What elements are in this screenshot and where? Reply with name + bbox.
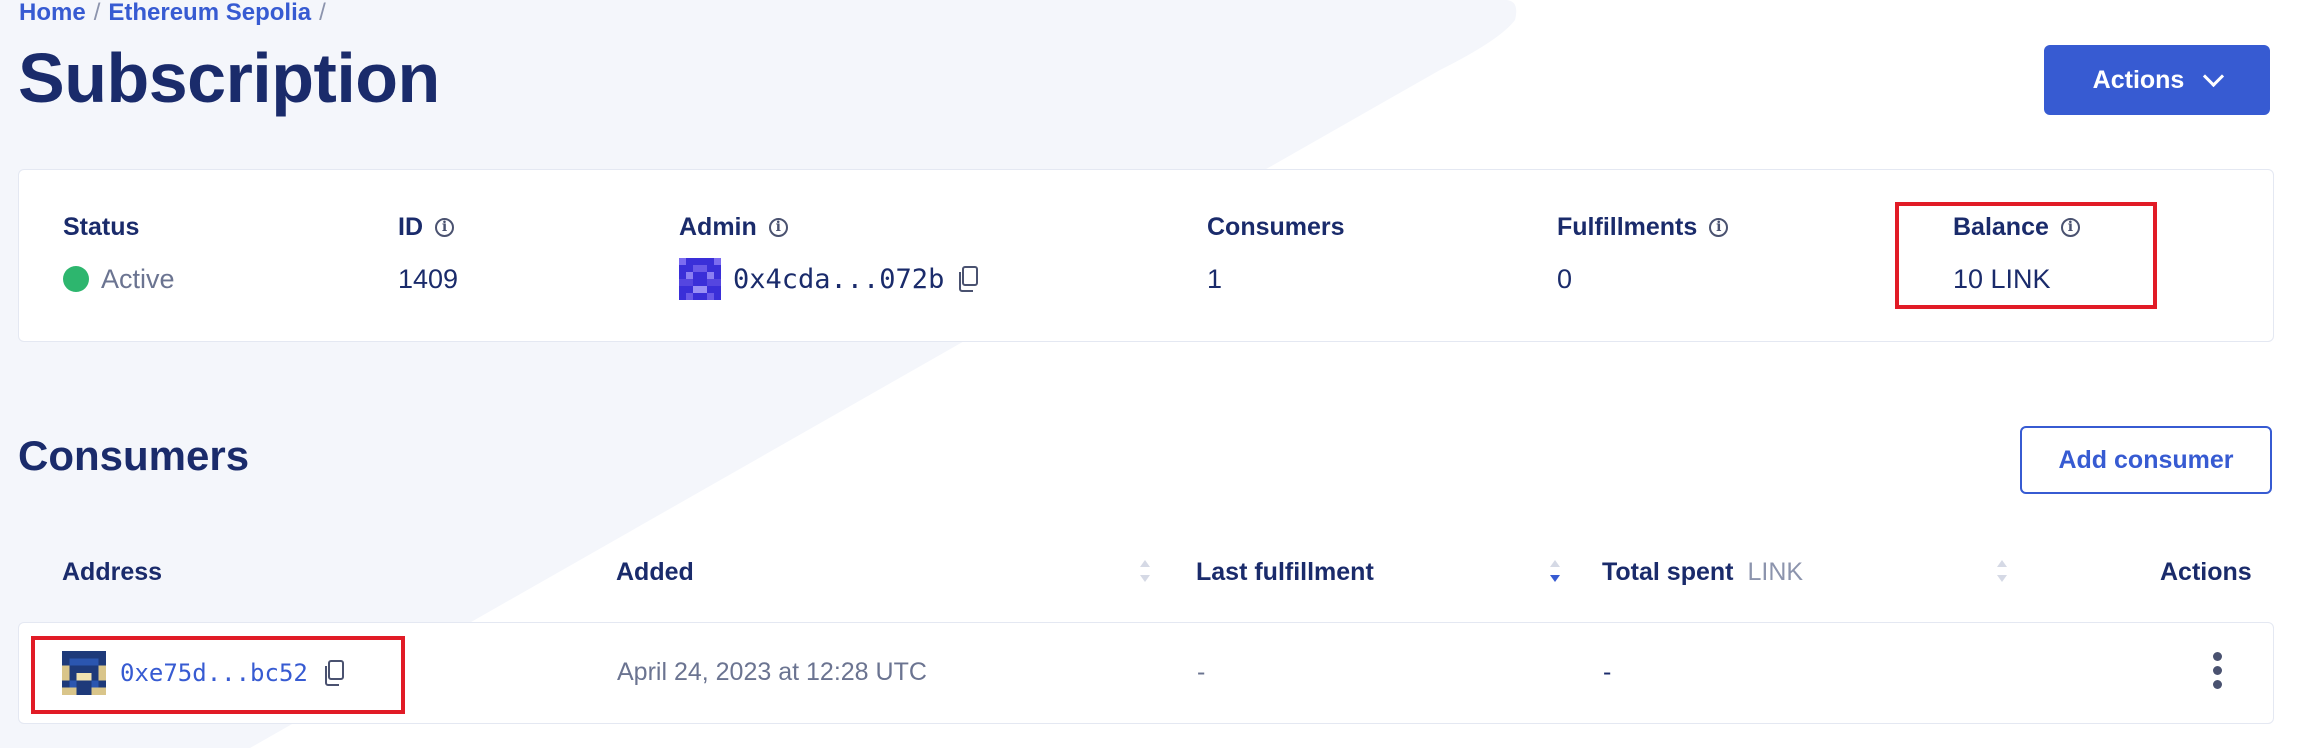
- fulfillments-stat: Fulfillments i 0: [1557, 212, 1729, 296]
- fulfillments-value: 0: [1557, 263, 1573, 294]
- breadcrumb-home-link[interactable]: Home: [19, 0, 86, 27]
- breadcrumb: Home / Ethereum Sepolia /: [19, 0, 326, 27]
- id-stat: ID i 1409: [398, 212, 458, 296]
- total-spent-label: Total spent: [1602, 558, 1734, 586]
- consumers-label: Consumers: [1207, 212, 1345, 241]
- table-row: 0xe75d...bc52 April 24, 2023 at 12:28 UT…: [18, 622, 2274, 724]
- added-cell: April 24, 2023 at 12:28 UTC: [617, 658, 927, 686]
- id-label: ID: [398, 212, 423, 241]
- breadcrumb-separator: /: [319, 0, 326, 26]
- column-header-total-spent[interactable]: Total spent LINK: [1602, 558, 1803, 587]
- status-label: Status: [63, 212, 140, 241]
- sort-icon[interactable]: [1138, 556, 1152, 586]
- address-highlight-box: [31, 636, 405, 714]
- id-value: 1409: [398, 263, 459, 294]
- fulfillments-label: Fulfillments: [1557, 212, 1698, 241]
- subscription-summary-card: Status Active ID i 1409 Admin i 0x4cda..…: [18, 169, 2274, 342]
- consumers-section-title: Consumers: [18, 432, 250, 479]
- add-consumer-button[interactable]: Add consumer: [2020, 426, 2272, 494]
- column-header-actions: Actions: [2160, 558, 2252, 586]
- sort-icon[interactable]: [1995, 556, 2009, 586]
- total-spent-cell: -: [1603, 658, 1612, 686]
- column-header-last-fulfillment[interactable]: Last fulfillment: [1196, 558, 1374, 587]
- admin-avatar: [679, 258, 721, 300]
- info-icon[interactable]: i: [435, 217, 454, 237]
- breadcrumb-separator: /: [93, 0, 101, 26]
- status-value: Active: [101, 263, 175, 294]
- sort-descending-icon[interactable]: [1548, 556, 1562, 586]
- admin-label: Admin: [679, 212, 757, 241]
- consumers-value: 1: [1207, 263, 1223, 294]
- last-fulfillment-cell: -: [1197, 658, 1206, 686]
- balance-highlight-box: [1895, 202, 2157, 309]
- chevron-down-icon: [2203, 65, 2225, 87]
- more-vertical-icon[interactable]: [2211, 652, 2223, 689]
- admin-stat: Admin i 0x4cda...072b: [679, 212, 980, 300]
- info-icon[interactable]: i: [1709, 217, 1729, 237]
- copy-icon[interactable]: [956, 265, 980, 293]
- admin-address: 0x4cda...072b: [733, 263, 945, 295]
- column-header-address: Address: [62, 558, 163, 586]
- status-dot-icon: [63, 266, 89, 292]
- info-icon[interactable]: i: [768, 217, 788, 237]
- status-stat: Status Active: [63, 212, 175, 296]
- page-title: Subscription: [18, 39, 440, 117]
- actions-button-label: Actions: [2092, 65, 2185, 94]
- column-header-added[interactable]: Added: [616, 558, 694, 587]
- actions-button[interactable]: Actions: [2044, 45, 2270, 115]
- consumers-stat: Consumers 1: [1207, 212, 1345, 296]
- breadcrumb-network-link[interactable]: Ethereum Sepolia: [108, 0, 311, 27]
- total-spent-unit: LINK: [1747, 558, 1804, 586]
